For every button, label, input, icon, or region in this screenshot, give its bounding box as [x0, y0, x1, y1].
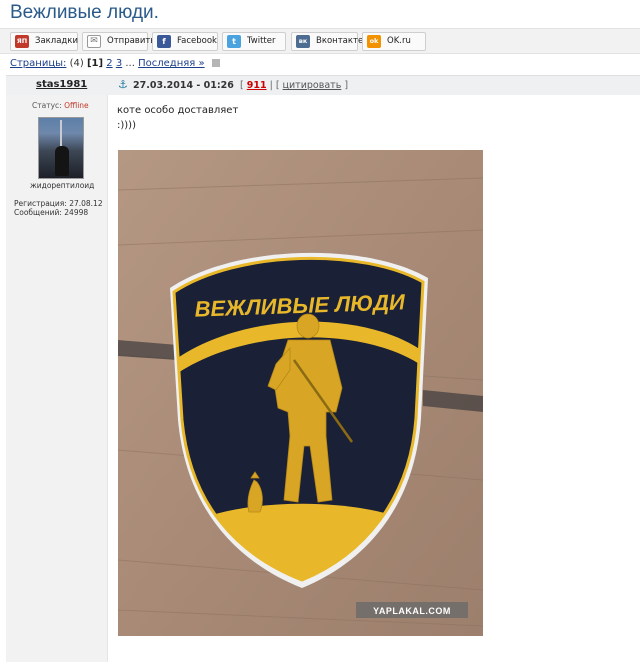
status-value: Offline — [64, 101, 89, 110]
watermark: YAPLAKAL.COM — [356, 602, 468, 618]
twitter-label: Twitter — [247, 36, 276, 46]
twitter-button[interactable]: t Twitter — [222, 32, 286, 51]
twitter-icon: t — [227, 35, 241, 48]
post-body: коте особо доставляет :)))) — [117, 103, 238, 133]
quote-link[interactable]: цитировать — [283, 80, 342, 91]
page-3-link[interactable]: 3 — [116, 58, 122, 69]
pages-count: (4) — [69, 58, 84, 69]
status-label: Статус: — [32, 101, 62, 110]
avatar[interactable] — [38, 117, 84, 179]
pagination: Страницы: (4) [1] 2 3 ... Последняя » — [10, 58, 220, 69]
registration-date: Регистрация: 27.08.12 — [14, 199, 103, 208]
mail-icon: ✉ — [87, 35, 101, 48]
user-title: жидорептилоид — [30, 181, 95, 190]
message-count: Сообщений: 24998 — [14, 208, 89, 217]
post-author[interactable]: stas1981 — [36, 79, 87, 90]
bookmarks-button[interactable]: ЯП Закладки — [10, 32, 78, 51]
pages-label-link[interactable]: Страницы: — [10, 58, 66, 69]
user-status: Статус: Offline — [32, 101, 89, 110]
odnoklassniki-button[interactable]: ok OK.ru — [362, 32, 426, 51]
facebook-label: Facebook — [177, 36, 217, 46]
post-text-line-2: :)))) — [117, 120, 136, 131]
post-number[interactable]: 911 — [247, 80, 267, 91]
facebook-button[interactable]: f Facebook — [152, 32, 218, 51]
send-label: Отправить — [107, 36, 156, 46]
post-text-line-1: коте особо доставляет — [117, 105, 239, 116]
yaplakal-icon: ЯП — [15, 35, 29, 48]
send-button[interactable]: ✉ Отправить — [82, 32, 155, 51]
current-page: [1] — [86, 58, 104, 69]
anchor-icon[interactable]: ⚓ — [118, 78, 128, 91]
odnoklassniki-icon: ok — [367, 35, 381, 48]
vk-icon: вк — [296, 35, 310, 48]
pages-ellipsis: ... — [125, 58, 135, 69]
avatar-figure — [55, 146, 69, 176]
vkontakte-label: Вконтакте — [316, 36, 364, 46]
title-bar: Вежливые люди. — [0, 0, 640, 28]
patch-photo: ВЕЖЛИВЫЕ ЛЮДИ YAPLAKAL.COM — [118, 150, 483, 636]
page-2-link[interactable]: 2 — [106, 58, 112, 69]
post-meta: [ 911 | [ цитировать ] — [240, 80, 349, 91]
post-date: 27.03.2014 - 01:26 — [133, 80, 234, 91]
avatar-pole — [60, 120, 62, 148]
share-toolbar: ЯП Закладки ✉ Отправить f Facebook t Twi… — [0, 28, 640, 54]
facebook-icon: f — [157, 35, 171, 48]
last-page-link[interactable]: Последняя » — [138, 58, 204, 69]
user-sidebar: Статус: Offline жидорептилоид Регистраци… — [6, 95, 108, 662]
odnoklassniki-label: OK.ru — [387, 36, 411, 46]
page-title: Вежливые люди. — [10, 2, 159, 23]
watermark-text: YAPLAKAL.COM — [373, 606, 451, 616]
page-jump-icon[interactable] — [211, 59, 220, 67]
user-stats: Регистрация: 27.08.12 Сообщений: 24998 — [14, 199, 103, 217]
bookmarks-label: Закладки — [35, 36, 78, 46]
post-image[interactable]: ВЕЖЛИВЫЕ ЛЮДИ YAPLAKAL.COM — [118, 150, 483, 636]
vkontakte-button[interactable]: вк Вконтакте — [291, 32, 363, 51]
post-header: stas1981 ⚓ 27.03.2014 - 01:26 [ 911 | [ … — [6, 75, 640, 95]
